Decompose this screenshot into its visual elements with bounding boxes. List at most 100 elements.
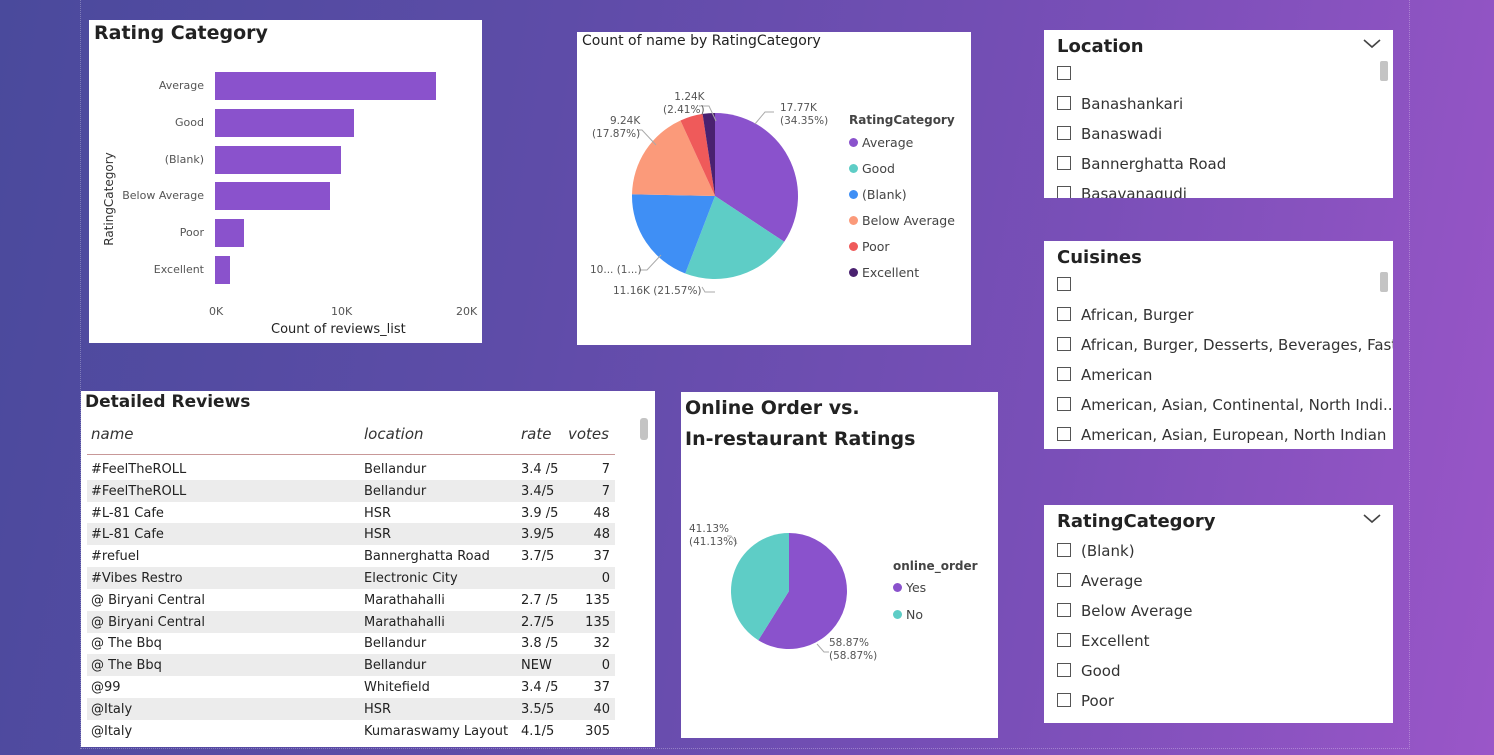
checkbox-icon[interactable] xyxy=(1057,156,1071,170)
slicer-scrollbar[interactable] xyxy=(1380,272,1388,292)
cell-votes: 135 xyxy=(585,614,610,630)
cuisines-slicer[interactable]: Cuisines African, Burger African, Burger,… xyxy=(1044,241,1393,449)
checkbox-icon[interactable] xyxy=(1057,397,1071,411)
cell-votes: 37 xyxy=(593,549,610,565)
checkbox-icon[interactable] xyxy=(1057,663,1071,677)
bar-average[interactable] xyxy=(215,72,437,100)
table-row[interactable]: #FeelTheROLL Bellandur 3.4/5 7 xyxy=(87,479,615,502)
cell-votes: 0 xyxy=(601,658,610,674)
checkbox-icon[interactable] xyxy=(1057,633,1071,647)
slicer-option[interactable]: Bannerghatta Road xyxy=(1057,155,1226,179)
cell-name: @ Biryani Central xyxy=(91,592,205,608)
table-row[interactable]: #L-81 Cafe HSR 3.9 /5 48 xyxy=(87,502,615,524)
slicer-option[interactable]: Excellent xyxy=(1057,632,1150,656)
slicer-option[interactable]: Basavanagudi xyxy=(1057,185,1187,198)
legend-item[interactable]: Poor xyxy=(849,239,890,254)
bar-below-average[interactable] xyxy=(215,182,331,211)
y-axis-label: RatingCategory xyxy=(101,152,116,246)
cell-votes: 0 xyxy=(601,571,610,586)
legend-item[interactable]: Below Average xyxy=(849,213,955,228)
table-row[interactable]: @ Biryani Central Marathahalli 2.7 /5 135 xyxy=(87,589,615,611)
column-header-rate[interactable]: rate xyxy=(521,425,551,443)
checkbox-icon[interactable] xyxy=(1057,277,1071,291)
checkbox-icon[interactable] xyxy=(1057,337,1071,351)
cell-votes: 48 xyxy=(593,527,610,543)
online-order-pie-chart[interactable]: Online Order vs. In-restaurant Ratings 5… xyxy=(681,392,998,738)
checkbox-icon[interactable] xyxy=(1057,186,1071,198)
cell-location: Bannerghatta Road xyxy=(364,549,490,565)
rating-pie-chart[interactable]: Count of name by RatingCategory 17.77K (… xyxy=(577,32,971,345)
slice-label-yes: 58.87% (58.87%) xyxy=(829,637,878,662)
slicer-option[interactable] xyxy=(1057,276,1081,300)
detailed-reviews-table[interactable]: Detailed Reviews name location rate vote… xyxy=(81,391,655,747)
bar-good[interactable] xyxy=(215,108,354,137)
table-row[interactable]: @ The Bbq Bellandur NEW 0 xyxy=(87,654,615,677)
checkbox-icon[interactable] xyxy=(1057,96,1071,110)
legend-item[interactable]: No xyxy=(893,607,923,622)
slicer-option-label: Bannerghatta Road xyxy=(1081,155,1227,173)
location-slicer[interactable]: Location Banashankari Banaswadi Bannerghat… xyxy=(1044,30,1393,198)
table-row[interactable]: @ The Bbq Bellandur 3.8 /5 32 xyxy=(87,632,615,654)
checkbox-icon[interactable] xyxy=(1057,126,1071,140)
slicer-option[interactable]: African, Burger, Desserts, Beverages, Fa… xyxy=(1057,336,1393,360)
table-row[interactable]: @Italy HSR 3.5/5 40 xyxy=(87,697,615,720)
checkbox-icon[interactable] xyxy=(1057,66,1071,80)
chevron-down-icon[interactable] xyxy=(1363,36,1381,50)
slicer-option[interactable]: Average xyxy=(1057,572,1143,596)
checkbox-icon[interactable] xyxy=(1057,693,1071,707)
cell-votes: 40 xyxy=(593,701,610,717)
cell-name: #FeelTheROLL xyxy=(91,462,187,477)
table-row[interactable]: @Italy Kumaraswamy Layout 4.1/5 305 xyxy=(87,720,615,742)
legend-item[interactable]: Good xyxy=(849,161,895,176)
slicer-option[interactable]: Below Average xyxy=(1057,602,1193,626)
rating-category-bar-chart[interactable]: Rating Category RatingCategory Average Go… xyxy=(89,20,482,343)
slicer-option[interactable]: American, Asian, Continental, North Indi… xyxy=(1057,396,1393,420)
cell-votes: 135 xyxy=(585,592,610,608)
chevron-down-icon[interactable] xyxy=(1363,511,1381,525)
slicer-option[interactable]: American, Asian, European, North Indian xyxy=(1057,426,1386,449)
rating-category-slicer[interactable]: RatingCategory (Blank) Average Below Avera… xyxy=(1044,505,1393,723)
slicer-option[interactable]: Banaswadi xyxy=(1057,125,1162,149)
legend-item[interactable]: Excellent xyxy=(849,265,919,280)
bar-excellent[interactable] xyxy=(215,256,231,284)
cell-votes: 7 xyxy=(601,483,610,499)
table-row[interactable]: #FeelTheROLL Bellandur 3.4 /5 7 xyxy=(87,458,615,480)
slice-label-no: 41.13% (41.13%) xyxy=(689,523,738,548)
table-row[interactable]: @99 Whitefield 3.4 /5 37 xyxy=(87,676,615,698)
slicer-option[interactable] xyxy=(1057,65,1081,89)
slicer-option[interactable]: Good xyxy=(1057,662,1121,686)
column-header-location[interactable]: location xyxy=(364,425,424,443)
slicer-option[interactable]: American xyxy=(1057,366,1152,390)
legend-label: Yes xyxy=(906,580,927,595)
table-row[interactable]: #refuel Bannerghatta Road 3.7/5 37 xyxy=(87,545,615,567)
legend-item[interactable]: (Blank) xyxy=(849,187,907,202)
legend-item[interactable]: Average xyxy=(849,135,913,150)
legend-item[interactable]: Yes xyxy=(893,580,926,595)
cell-location: Marathahalli xyxy=(364,614,445,630)
slicer-scrollbar[interactable] xyxy=(1380,61,1388,81)
table-row[interactable]: #Vibes Restro Electronic City 0 xyxy=(87,567,615,589)
legend-dot-icon xyxy=(849,138,858,147)
slicer-option[interactable]: African, Burger xyxy=(1057,306,1193,330)
bar-poor[interactable] xyxy=(215,219,244,248)
x-tick-label: 0K xyxy=(209,305,224,318)
table-row[interactable]: @ Biryani Central Marathahalli 2.7/5 135 xyxy=(87,610,615,633)
table-row[interactable]: #L-81 Cafe HSR 3.9/5 48 xyxy=(87,523,615,546)
column-header-votes[interactable]: votes xyxy=(568,425,609,443)
bar-blank[interactable] xyxy=(215,145,341,174)
checkbox-icon[interactable] xyxy=(1057,543,1071,557)
slicer-option[interactable]: Poor xyxy=(1057,692,1114,716)
column-header-name[interactable]: name xyxy=(91,425,134,443)
checkbox-icon[interactable] xyxy=(1057,573,1071,587)
checkbox-icon[interactable] xyxy=(1057,427,1071,441)
checkbox-icon[interactable] xyxy=(1057,367,1071,381)
slicer-option[interactable]: Banashankari xyxy=(1057,95,1183,119)
cell-rate: 3.4/5 xyxy=(521,483,555,499)
checkbox-icon[interactable] xyxy=(1057,603,1071,617)
checkbox-icon[interactable] xyxy=(1057,307,1071,321)
legend-dot-icon xyxy=(849,190,858,199)
table-scrollbar[interactable] xyxy=(640,418,648,440)
cell-name: @Italy xyxy=(91,723,133,739)
cell-rate: 3.8 /5 xyxy=(521,636,559,652)
slicer-option[interactable]: (Blank) xyxy=(1057,542,1135,566)
